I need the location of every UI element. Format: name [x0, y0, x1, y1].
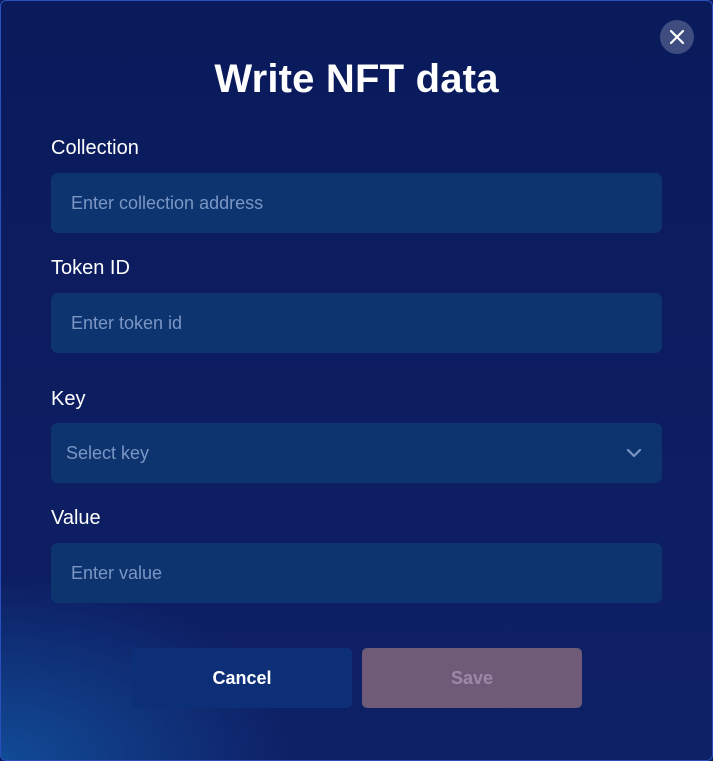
key-label: Key: [51, 388, 86, 410]
write-nft-data-dialog: Write NFT data Collection Token ID Key S…: [0, 0, 713, 761]
dialog-title: Write NFT data: [214, 57, 499, 101]
key-select-value: Select key: [66, 443, 150, 463]
chevron-down-icon: [626, 448, 642, 458]
save-button[interactable]: Save: [362, 648, 582, 708]
token-id-label: Token ID: [51, 257, 130, 279]
key-select[interactable]: Select key: [51, 423, 662, 483]
close-icon: [669, 29, 685, 45]
close-button[interactable]: [660, 20, 694, 54]
token-id-input[interactable]: [51, 293, 662, 353]
token-id-field-container: [51, 293, 662, 353]
cancel-button[interactable]: Cancel: [132, 648, 352, 708]
collection-field-container: [51, 173, 662, 233]
value-input[interactable]: [51, 543, 662, 603]
value-label: Value: [51, 507, 101, 529]
collection-label: Collection: [51, 137, 139, 159]
value-field-container: [51, 543, 662, 603]
collection-input[interactable]: [51, 173, 662, 233]
